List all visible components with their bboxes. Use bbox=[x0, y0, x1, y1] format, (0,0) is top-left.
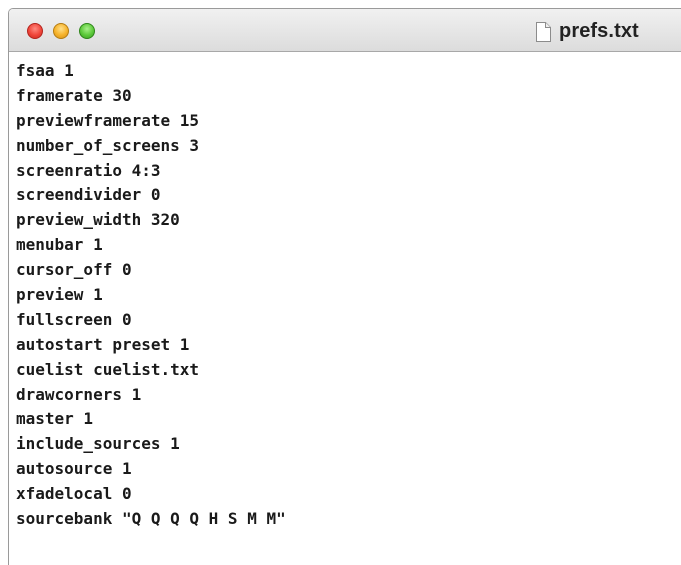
text-lines: fsaa 1 framerate 30 previewframerate 15 … bbox=[16, 59, 286, 532]
text-line: number_of_screens 3 bbox=[16, 135, 200, 155]
title-bar[interactable]: prefs.txt bbox=[9, 9, 681, 52]
text-line: master 1 bbox=[16, 409, 94, 429]
zoom-button[interactable] bbox=[79, 23, 95, 39]
text-line: sourcebank "Q Q Q Q H S M M" bbox=[16, 509, 286, 529]
text-editor-content[interactable]: fsaa 1 framerate 30 previewframerate 15 … bbox=[9, 52, 681, 565]
text-document-icon bbox=[535, 21, 551, 42]
close-button[interactable] bbox=[27, 23, 43, 39]
minimize-button[interactable] bbox=[53, 23, 69, 39]
text-line: screendivider 0 bbox=[16, 185, 161, 205]
text-line: xfadelocal 0 bbox=[16, 484, 132, 504]
text-line: preview 1 bbox=[16, 285, 103, 305]
text-line: autosource 1 bbox=[16, 459, 132, 479]
text-line: drawcorners 1 bbox=[16, 384, 142, 404]
window-title-group: prefs.txt bbox=[535, 20, 639, 43]
text-line: include_sources 1 bbox=[16, 434, 180, 454]
text-line: menubar 1 bbox=[16, 235, 103, 255]
text-line: fullscreen 0 bbox=[16, 309, 132, 329]
text-line: framerate 30 bbox=[16, 85, 132, 105]
text-line: cuelist cuelist.txt bbox=[16, 359, 200, 379]
text-line: fsaa 1 bbox=[16, 61, 74, 80]
text-line: previewframerate 15 bbox=[16, 110, 200, 130]
text-line: autostart preset 1 bbox=[16, 334, 190, 354]
text-editor-window: prefs.txt fsaa 1 framerate 30 previewfra… bbox=[8, 8, 681, 565]
text-line: preview_width 320 bbox=[16, 210, 180, 230]
text-line: screenratio 4:3 bbox=[16, 160, 161, 180]
text-line: cursor_off 0 bbox=[16, 260, 132, 280]
window-title: prefs.txt bbox=[559, 20, 639, 42]
